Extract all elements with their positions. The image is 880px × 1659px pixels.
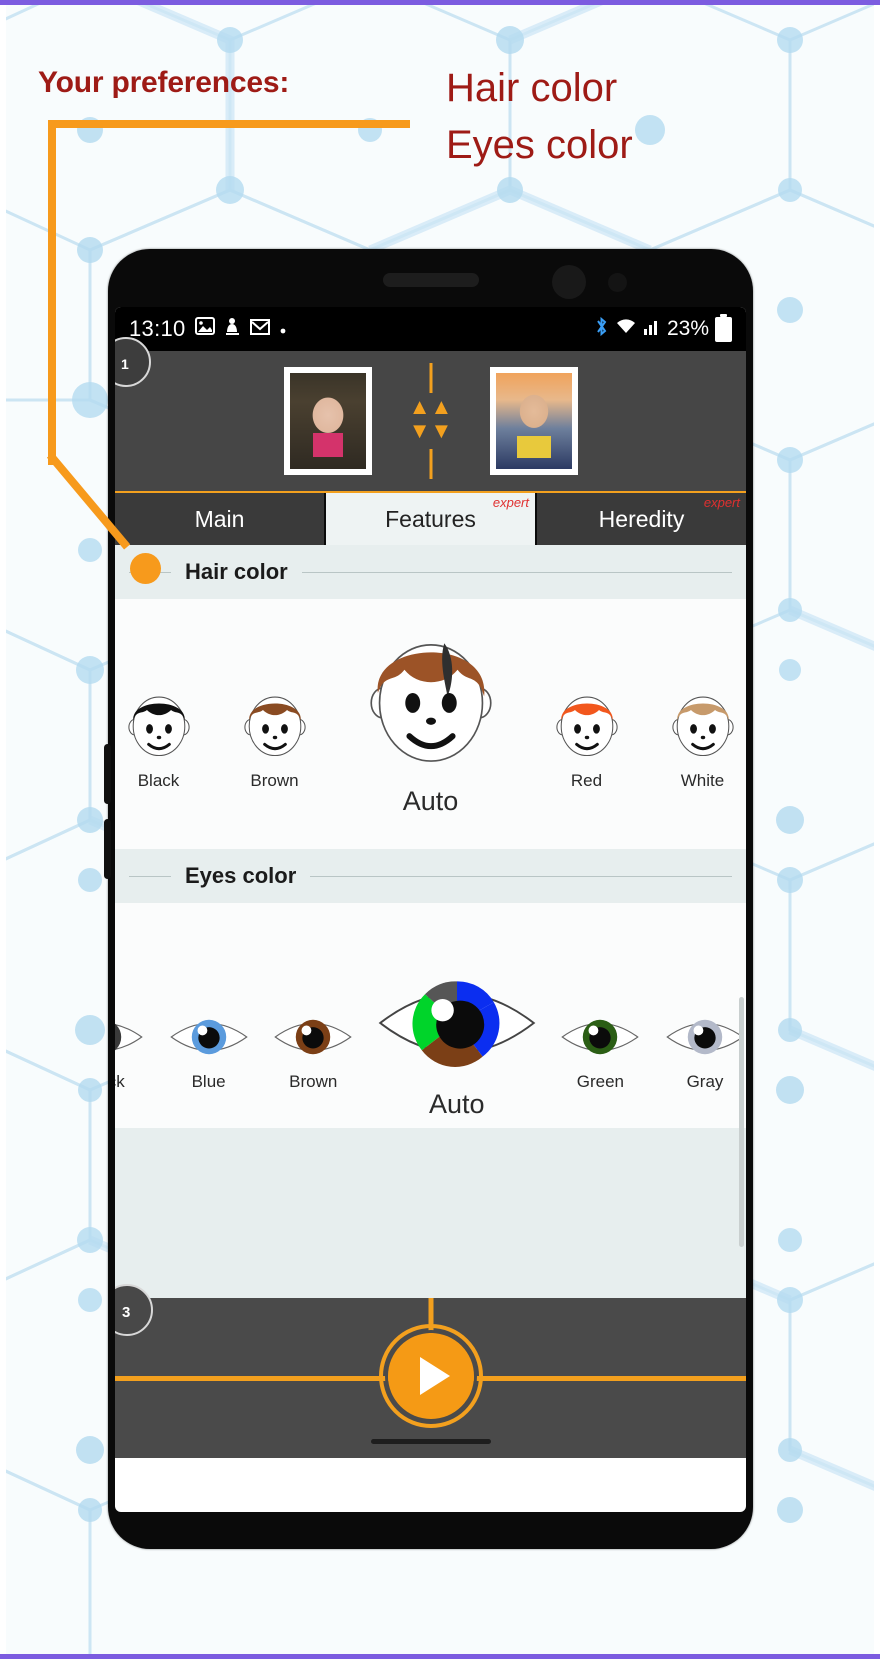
hair-color-carousel[interactable]: Black Brown Auto Red White — [115, 599, 746, 849]
bluetooth-icon — [594, 316, 609, 343]
mother-photo-thumbnail[interactable] — [283, 367, 372, 475]
tab-heredity-expert-badge: expert — [703, 495, 740, 510]
home-indicator — [370, 1439, 491, 1444]
tab-heredity[interactable]: Heredity expert — [535, 493, 746, 545]
step-marker-3: 3 — [115, 1284, 155, 1338]
gallery-icon — [194, 317, 215, 341]
pointer-line-vertical — [48, 120, 56, 465]
eye-option-brown[interactable]: Brown — [272, 1008, 354, 1092]
vertical-scrollbar[interactable] — [739, 997, 744, 1247]
power-button[interactable] — [104, 819, 111, 879]
empty-content-area — [115, 1128, 746, 1298]
front-sensor-icon — [608, 273, 627, 292]
tab-features[interactable]: Features expert — [324, 493, 535, 545]
front-camera-icon — [552, 265, 586, 299]
tab-heredity-label: Heredity — [598, 505, 685, 532]
section-header-eyes-color: Eyes color — [115, 849, 746, 903]
chevron-up-icon[interactable]: ▲▲ — [409, 396, 453, 418]
earpiece-speaker — [382, 273, 479, 287]
phone-device-frame: 13:10 23% 1 ▲▲ ▼▼ Main Features expert H… — [104, 249, 753, 1549]
pointer-line-horizontal — [48, 120, 410, 128]
pointer-endpoint-dot — [130, 553, 161, 584]
tab-features-label: Features — [385, 505, 476, 532]
rule-left — [129, 875, 171, 877]
eye-icon — [666, 1019, 744, 1055]
eyes-color-carousel[interactable]: Black Blue — [115, 903, 746, 1128]
page-border-bottom — [0, 1654, 880, 1659]
eye-icon — [115, 1023, 143, 1051]
eye-option-black[interactable]: Black — [115, 1008, 145, 1092]
hair-option-black[interactable]: Black — [116, 679, 202, 791]
play-button[interactable] — [378, 1324, 483, 1428]
eye-option-blue-label: Blue — [191, 1072, 226, 1091]
figure-icon — [224, 317, 241, 342]
eye-option-green[interactable]: Green — [559, 1008, 641, 1092]
eyes-color-title: Eyes color — [185, 863, 297, 888]
hair-option-brown-label: Brown — [250, 771, 299, 790]
page-border-right — [874, 0, 880, 1659]
eye-option-blue[interactable]: Blue — [168, 1008, 250, 1092]
parent-photos-header: 1 ▲▲ ▼▼ — [115, 337, 746, 491]
chevron-down-icon[interactable]: ▼▼ — [409, 420, 453, 442]
hair-option-red[interactable]: Red — [544, 679, 630, 791]
divider-line-bottom — [429, 449, 432, 479]
hair-option-auto-selected[interactable]: Auto — [348, 610, 514, 817]
dot-icon — [279, 317, 287, 341]
play-button-fill[interactable] — [387, 1333, 474, 1419]
battery-icon — [715, 313, 732, 342]
tab-bar: Main Features expert Heredity expert — [115, 491, 746, 545]
eye-icon — [274, 1019, 352, 1055]
signal-icon — [643, 317, 661, 341]
hair-option-auto-label: Auto — [402, 786, 459, 816]
eye-icon — [561, 1019, 640, 1055]
status-time: 13:10 — [129, 316, 186, 341]
father-photo-thumbnail[interactable] — [489, 367, 578, 475]
page-border-top — [0, 0, 880, 5]
eye-option-gray[interactable]: Gray — [664, 1008, 746, 1092]
screenshot-root: 13:10 23% 1 ▲▲ ▼▼ Main Features expert H… — [0, 0, 880, 1659]
volume-button[interactable] — [104, 744, 111, 804]
hair-color-title: Hair color — [185, 559, 288, 584]
page-border-left — [0, 0, 6, 1659]
play-triangle-icon — [419, 1357, 450, 1395]
face-icon — [369, 643, 492, 762]
tab-main[interactable]: Main — [115, 493, 324, 545]
eye-option-green-label: Green — [576, 1072, 625, 1091]
bottom-action-bar: 3 — [115, 1284, 746, 1458]
tab-features-expert-badge: expert — [492, 495, 529, 510]
photo-swap-control[interactable]: ▲▲ ▼▼ — [372, 351, 490, 491]
eye-option-auto-label: Auto — [429, 1089, 485, 1119]
battery-percent-label: 23% — [666, 317, 709, 340]
eye-icon — [378, 981, 536, 1067]
eye-option-auto-selected[interactable]: Auto — [377, 967, 537, 1120]
hair-option-brown[interactable]: Brown — [232, 679, 318, 791]
face-icon — [127, 696, 190, 757]
hair-option-white-label: White — [680, 771, 725, 790]
tab-main-label: Main — [194, 505, 245, 532]
face-icon — [555, 696, 618, 757]
eye-option-black-label: Black — [115, 1072, 125, 1091]
phone-screen: 13:10 23% 1 ▲▲ ▼▼ Main Features expert H… — [115, 307, 746, 1512]
gmail-icon — [249, 317, 270, 341]
eye-icon — [169, 1019, 248, 1055]
step-marker-1: 1 — [115, 337, 153, 389]
rule-right — [310, 875, 732, 877]
face-icon — [243, 696, 306, 757]
wifi-icon — [615, 317, 637, 341]
hair-option-white[interactable]: White — [660, 679, 746, 791]
section-header-hair-color: Hair color — [115, 545, 746, 599]
face-icon — [671, 696, 734, 757]
divider-line-top — [429, 363, 432, 393]
status-bar: 13:10 23% — [115, 307, 746, 351]
rule-right — [301, 571, 732, 573]
hair-option-red-label: Red — [570, 771, 603, 790]
hair-option-black-label: Black — [137, 771, 180, 790]
eye-option-gray-label: Gray — [686, 1072, 724, 1091]
eye-option-brown-label: Brown — [289, 1072, 338, 1091]
